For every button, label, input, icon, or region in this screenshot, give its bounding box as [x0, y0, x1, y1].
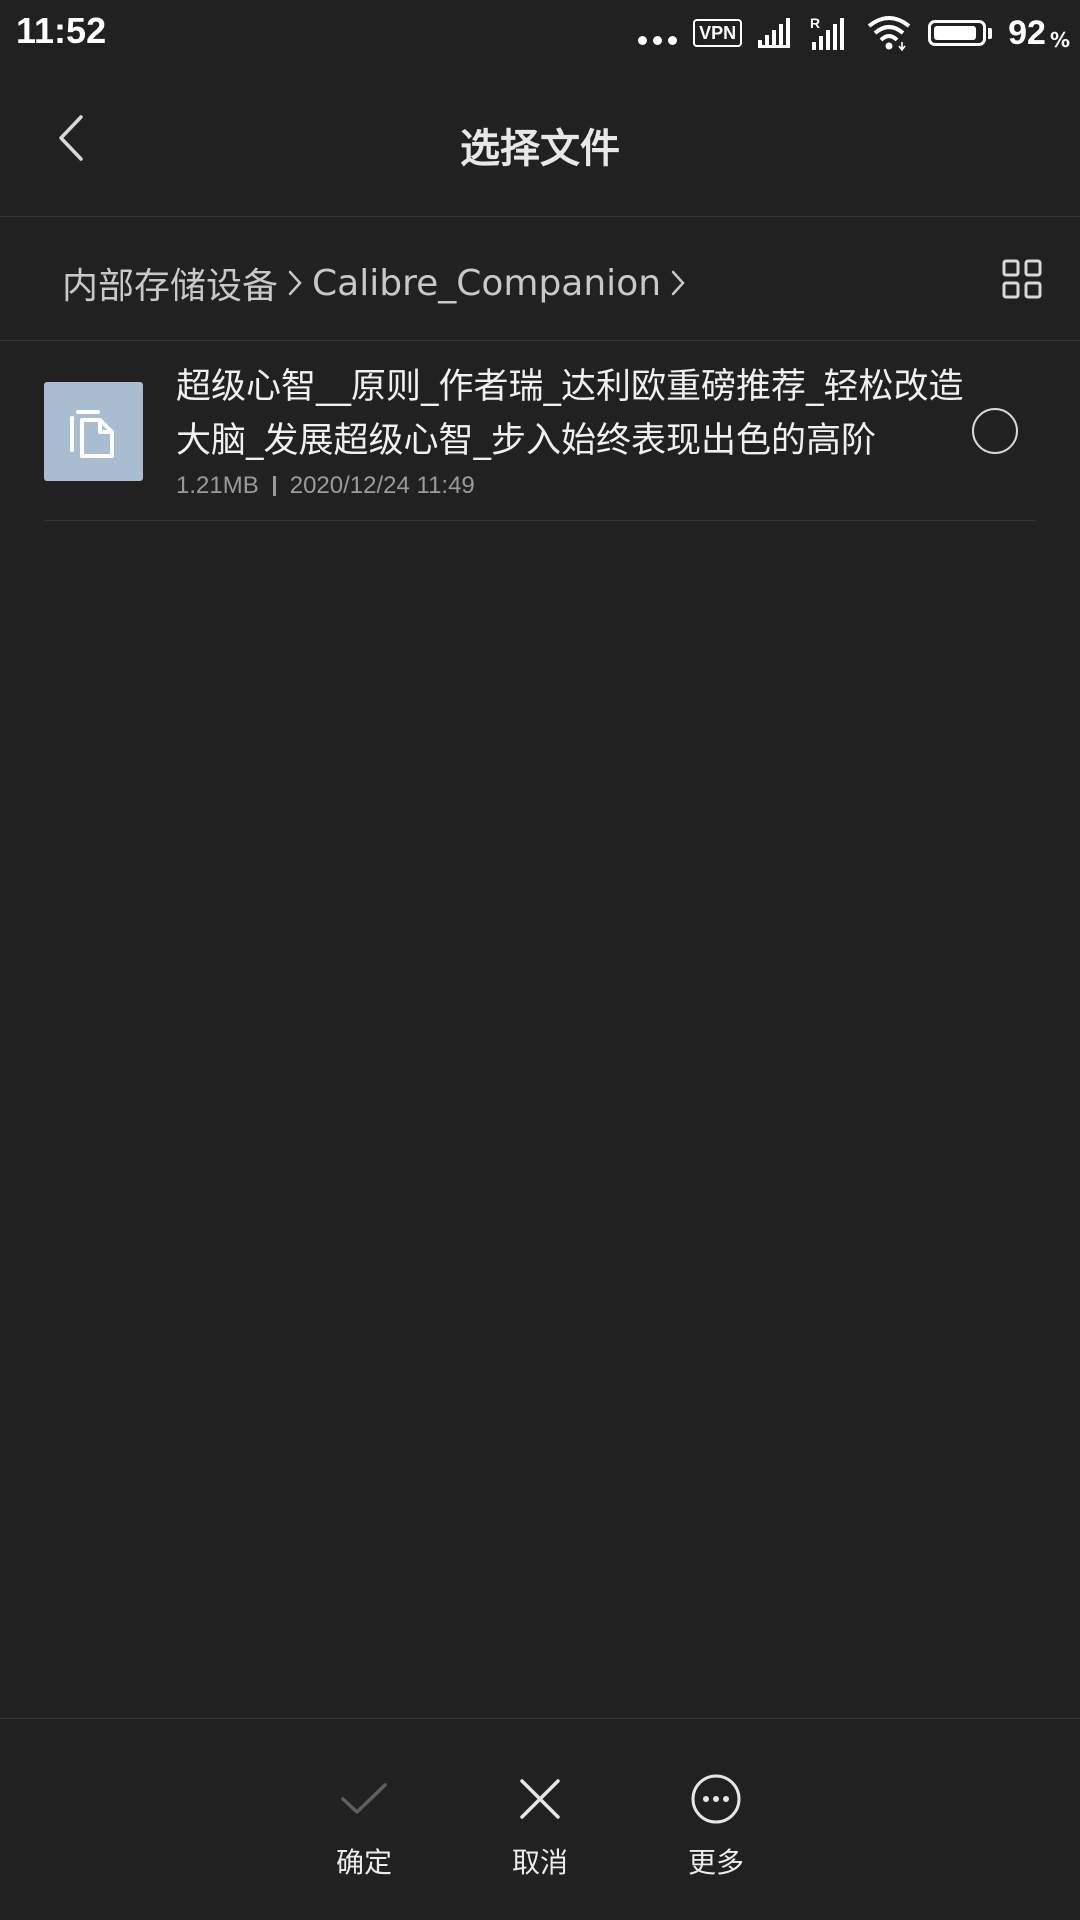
- more-button[interactable]: 更多: [656, 1771, 776, 1881]
- chevron-right-icon: [669, 266, 687, 300]
- battery-percent: 92: [1008, 13, 1046, 52]
- svg-text:R: R: [810, 16, 820, 31]
- app-header: 选择文件: [0, 66, 1080, 217]
- status-time: 11:52: [16, 10, 107, 51]
- file-size: 1.21MB: [176, 472, 259, 499]
- file-list: 超级心智__原则_作者瑞_达利欧重磅推荐_轻松改造大脑_发展超级心智_步入始终表…: [44, 340, 1036, 521]
- more-label: 更多: [687, 1846, 744, 1879]
- document-copy-icon: [44, 382, 143, 481]
- file-picker-screen: 11:52 VPN R 92 % 选择文件 内部存储设备 Calibre_Com…: [0, 0, 1080, 1920]
- bottom-action-bar: 确定 取消 更多: [0, 1718, 1080, 1920]
- select-radio[interactable]: [972, 408, 1018, 454]
- battery-fill: [934, 26, 977, 40]
- file-date: 2020/12/24 11:49: [289, 472, 475, 499]
- page-title: 选择文件: [460, 126, 620, 172]
- breadcrumb-item-calibre-companion[interactable]: Calibre_Companion: [312, 263, 661, 304]
- file-name: 超级心智__原则_作者瑞_达利欧重磅推荐_轻松改造大脑_发展超级心智_步入始终表…: [176, 367, 964, 461]
- cancel-label: 取消: [511, 1846, 568, 1879]
- chevron-right-icon: [286, 266, 304, 300]
- battery-icon: [928, 20, 993, 46]
- file-meta: 1.21MB 2020/12/24 11:49: [176, 472, 475, 500]
- breadcrumb-bar: 内部存储设备 Calibre_Companion: [0, 217, 1080, 341]
- breadcrumb: 内部存储设备 Calibre_Companion: [62, 257, 695, 309]
- file-row[interactable]: 超级心智__原则_作者瑞_达利欧重磅推荐_轻松改造大脑_发展超级心智_步入始终表…: [44, 340, 1036, 521]
- more-circle-icon: [691, 1774, 741, 1824]
- confirm-label: 确定: [335, 1846, 392, 1879]
- roaming-signal-icon: R: [810, 16, 845, 50]
- confirm-button[interactable]: 确定: [304, 1771, 424, 1881]
- wifi-icon: [867, 16, 911, 51]
- battery-percent-sign: %: [1049, 27, 1070, 52]
- breadcrumb-item-internal-storage[interactable]: 内部存储设备: [62, 257, 278, 309]
- checkmark-icon: [341, 1783, 387, 1814]
- status-bar: 11:52 VPN R 92 %: [0, 0, 1080, 66]
- status-icons: VPN R 92 %: [638, 12, 1070, 54]
- vpn-icon: VPN: [693, 19, 743, 47]
- more-dots-icon: [638, 35, 678, 45]
- meta-divider: [272, 476, 276, 496]
- signal-icon: [758, 18, 791, 48]
- grid-view-icon: [1002, 259, 1042, 299]
- cancel-button[interactable]: 取消: [480, 1771, 600, 1881]
- close-icon: [520, 1779, 560, 1819]
- grid-view-button[interactable]: [1002, 259, 1042, 299]
